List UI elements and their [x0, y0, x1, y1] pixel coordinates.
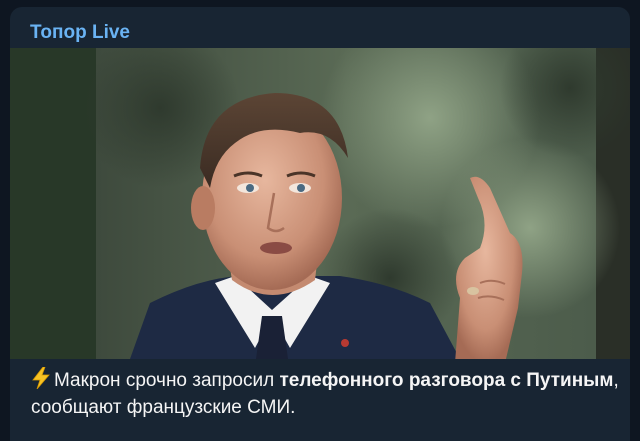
chat-view: Топор Live Макрон срочно запросил телефо… [0, 0, 640, 441]
channel-name[interactable]: Топор Live [30, 22, 130, 44]
post-caption: Макрон срочно запросил телефонного разго… [31, 367, 621, 421]
post-photo[interactable] [10, 48, 630, 359]
channel-post: Топор Live Макрон срочно запросил телефо… [10, 7, 630, 441]
lightning-bolt-icon [31, 367, 51, 389]
caption-bold-text: телефонного разговора с Путиным [279, 370, 614, 391]
caption-text-1: Макрон срочно запросил [54, 370, 280, 391]
